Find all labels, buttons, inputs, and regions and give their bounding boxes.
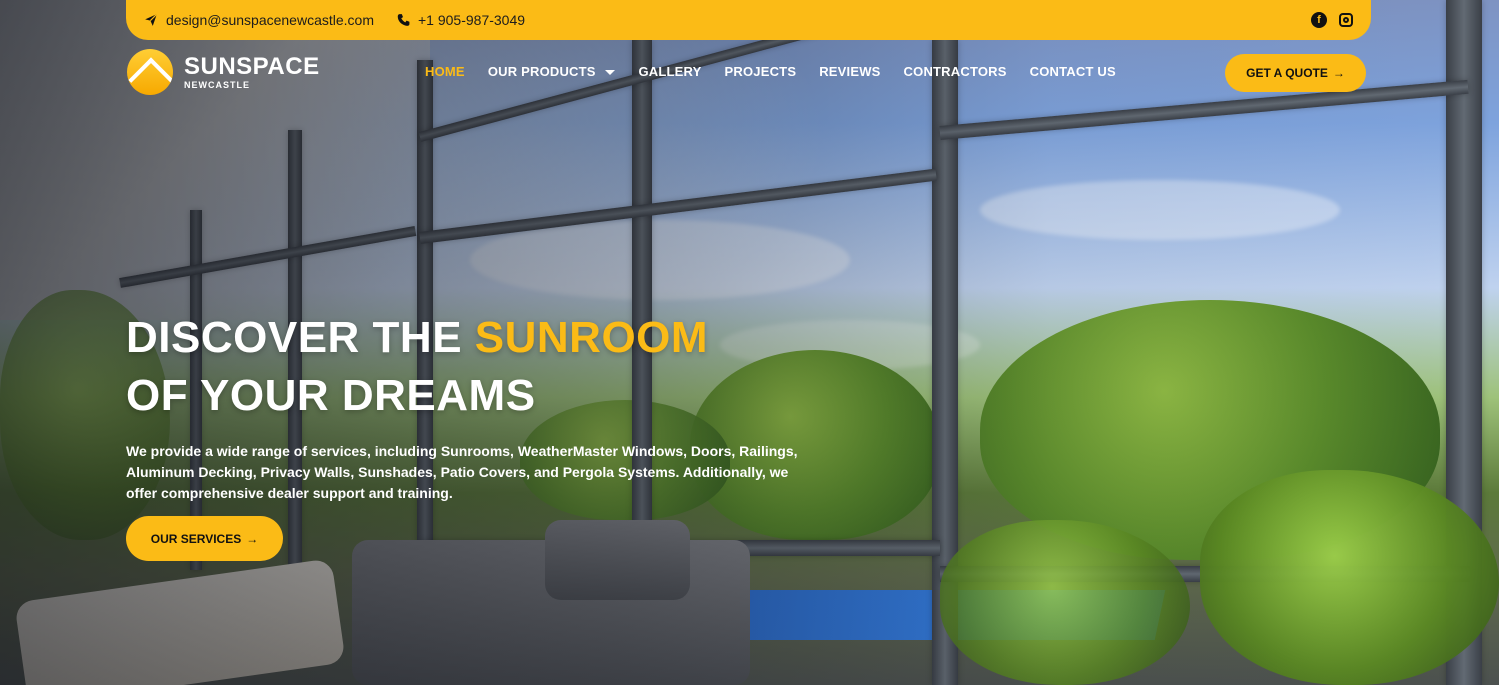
brand-subtitle: NEWCASTLE [184, 79, 250, 90]
main-navigation: HOME OUR PRODUCTS GALLERY PROJECTS REVIE… [425, 64, 1116, 79]
nav-home[interactable]: HOME [425, 64, 465, 79]
brand-text: SUNSPACE NEWCASTLE [184, 52, 320, 90]
nav-reviews[interactable]: REVIEWS [819, 64, 880, 79]
our-services-button[interactable]: OUR SERVICES → [126, 516, 283, 561]
headline-part-2: OF YOUR DREAMS [126, 371, 536, 420]
social-links: f [1311, 12, 1353, 28]
our-services-label: OUR SERVICES [150, 531, 242, 546]
hero-banner: design@sunspacenewcastle.com +1 905-987-… [0, 0, 1499, 685]
top-contact-bar: design@sunspacenewcastle.com +1 905-987-… [126, 0, 1371, 40]
brand-logo[interactable]: SUNSPACE NEWCASTLE [127, 49, 320, 95]
arrow-right-icon: → [246, 531, 259, 546]
get-quote-button[interactable]: GET A QUOTE → [1225, 54, 1366, 92]
get-quote-label: GET A QUOTE [1246, 66, 1328, 80]
email-text[interactable]: design@sunspacenewcastle.com [166, 12, 374, 28]
logo-mark-icon [127, 49, 173, 95]
brand-name: SUNSPACE [184, 52, 320, 80]
email-contact[interactable]: design@sunspacenewcastle.com [144, 12, 374, 28]
nav-products[interactable]: OUR PRODUCTS [488, 64, 616, 79]
hero-copy: DISCOVER THE SUNROOM OF YOUR DREAMS We p… [126, 309, 816, 504]
nav-products-label: OUR PRODUCTS [487, 64, 596, 79]
phone-icon [396, 13, 410, 27]
facebook-icon[interactable]: f [1311, 12, 1327, 28]
headline-part-1: DISCOVER THE [126, 313, 475, 362]
phone-contact[interactable]: +1 905-987-3049 [396, 12, 525, 28]
nav-contact[interactable]: CONTACT US [1030, 64, 1116, 79]
nav-contractors[interactable]: CONTRACTORS [904, 64, 1007, 79]
send-icon [144, 13, 158, 27]
nav-gallery[interactable]: GALLERY [638, 64, 701, 79]
hero-description: We provide a wide range of services, inc… [126, 443, 798, 501]
hero-headline: DISCOVER THE SUNROOM OF YOUR DREAMS [126, 309, 816, 425]
chevron-down-icon [605, 70, 616, 76]
nav-projects[interactable]: PROJECTS [725, 64, 797, 79]
phone-text[interactable]: +1 905-987-3049 [418, 12, 525, 28]
arrow-right-icon: → [1332, 66, 1345, 80]
headline-accent: SUNROOM [474, 313, 709, 362]
instagram-icon[interactable] [1339, 13, 1353, 27]
